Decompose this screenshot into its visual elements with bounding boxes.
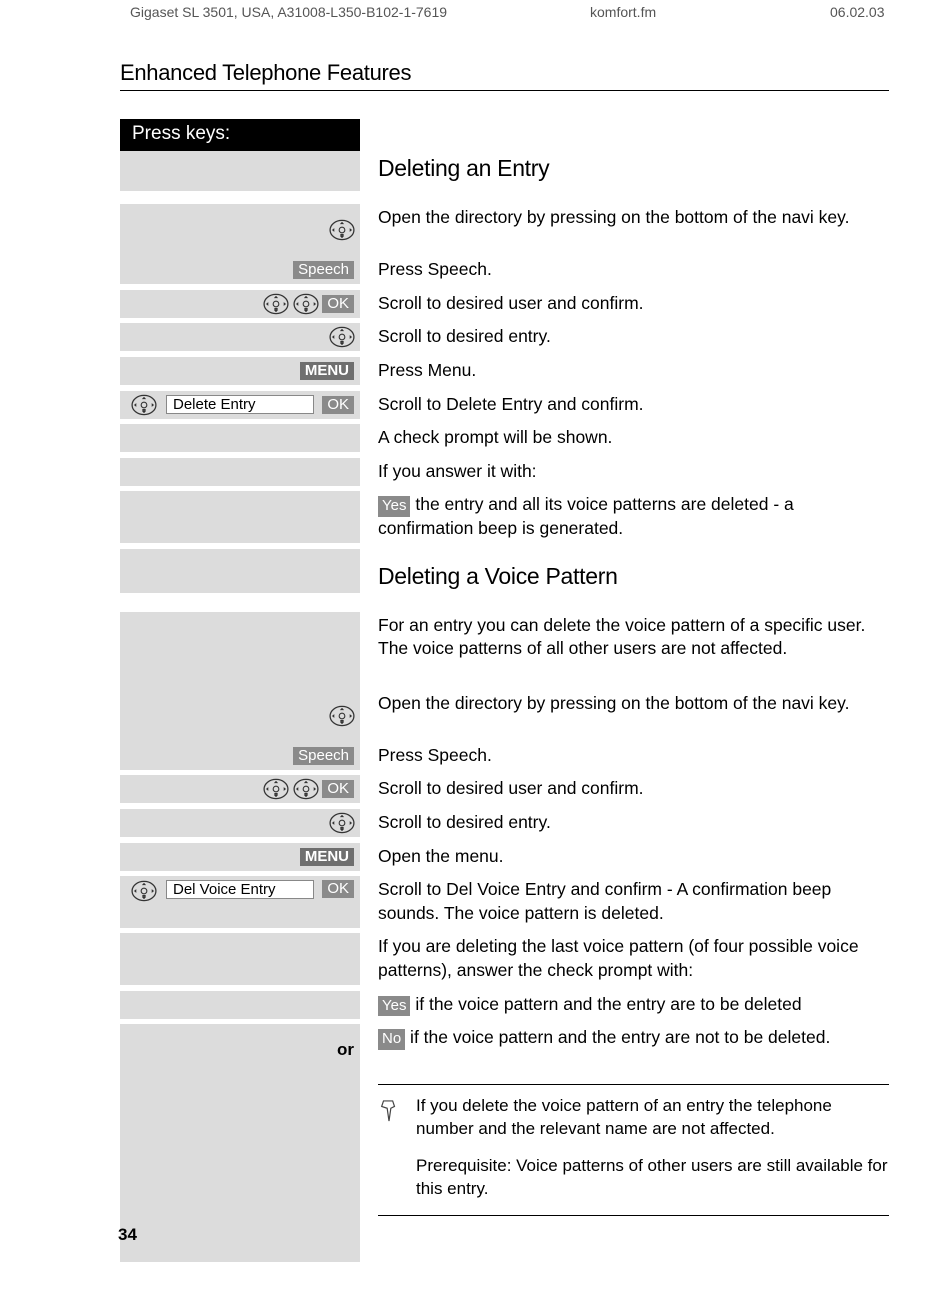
navi-key-icon — [328, 812, 354, 834]
heading-deleting-voice-pattern: Deleting a Voice Pattern — [378, 561, 889, 592]
step-text: Scroll to Delete Entry and confirm. — [360, 391, 889, 425]
step-text: Open the directory by pressing on the bo… — [360, 690, 889, 724]
softkey-speech: Speech — [293, 747, 354, 765]
softkey-yes: Yes — [378, 496, 410, 516]
navi-key-icon — [292, 293, 318, 315]
note-paragraph: If you delete the voice pattern of an en… — [416, 1095, 889, 1141]
step-text: Open the menu. — [360, 843, 889, 877]
step-text: Yes if the voice pattern and the entry a… — [360, 991, 889, 1025]
softkey-ok: OK — [322, 780, 354, 798]
press-keys-header: Press keys: — [120, 119, 360, 151]
softkey-ok: OK — [322, 396, 354, 414]
step-text: Press Speech. — [360, 256, 889, 290]
page-header: Gigaset SL 3501, USA, A31008-L350-B102-1… — [130, 4, 889, 20]
pin-icon — [378, 1095, 402, 1201]
step-text: Scroll to desired user and confirm. — [360, 290, 889, 324]
navi-key-icon — [130, 394, 156, 416]
step-text: No if the voice pattern and the entry ar… — [360, 1024, 889, 1058]
note-paragraph: Prerequisite: Voice patterns of other us… — [416, 1155, 889, 1201]
navi-key-icon — [328, 326, 354, 348]
page-number: 34 — [118, 1225, 137, 1245]
navi-key-icon — [262, 778, 288, 800]
step-text: Press Speech. — [360, 742, 889, 776]
step-text: Scroll to Del Voice Entry and confirm - … — [360, 876, 889, 933]
menu-item-del-voice-entry: Del Voice Entry — [166, 880, 314, 899]
step-text: Scroll to desired user and confirm. — [360, 775, 889, 809]
navi-key-icon — [328, 219, 354, 241]
menu-item-delete-entry: Delete Entry — [166, 395, 314, 414]
step-text: If you answer it with: — [360, 458, 889, 492]
doc-id: Gigaset SL 3501, USA, A31008-L350-B102-1… — [130, 4, 590, 20]
or-label: or — [337, 1040, 354, 1060]
step-text: Yes the entry and all its voice patterns… — [360, 491, 889, 548]
step-text: Open the directory by pressing on the bo… — [360, 204, 889, 238]
softkey-ok: OK — [322, 295, 354, 313]
step-text: Press Menu. — [360, 357, 889, 391]
file-name: komfort.fm — [590, 4, 830, 20]
softkey-menu: MENU — [300, 362, 354, 380]
step-text: Scroll to desired entry. — [360, 323, 889, 357]
softkey-no: No — [378, 1029, 405, 1049]
step-text: A check prompt will be shown. — [360, 424, 889, 458]
softkey-yes: Yes — [378, 996, 410, 1016]
softkey-ok: OK — [322, 880, 354, 898]
navi-key-icon — [130, 880, 156, 902]
navi-key-icon — [262, 293, 288, 315]
softkey-menu: MENU — [300, 848, 354, 866]
heading-deleting-entry: Deleting an Entry — [378, 153, 889, 184]
navi-key-icon — [292, 778, 318, 800]
step-text: If you are deleting the last voice patte… — [360, 933, 889, 990]
section-title: Enhanced Telephone Features — [120, 60, 889, 91]
intro-text: For an entry you can delete the voice pa… — [360, 612, 889, 669]
note-box: If you delete the voice pattern of an en… — [378, 1084, 889, 1216]
step-text: Scroll to desired entry. — [360, 809, 889, 843]
doc-date: 06.02.03 — [830, 4, 885, 20]
softkey-speech: Speech — [293, 261, 354, 279]
navi-key-icon — [328, 705, 354, 727]
